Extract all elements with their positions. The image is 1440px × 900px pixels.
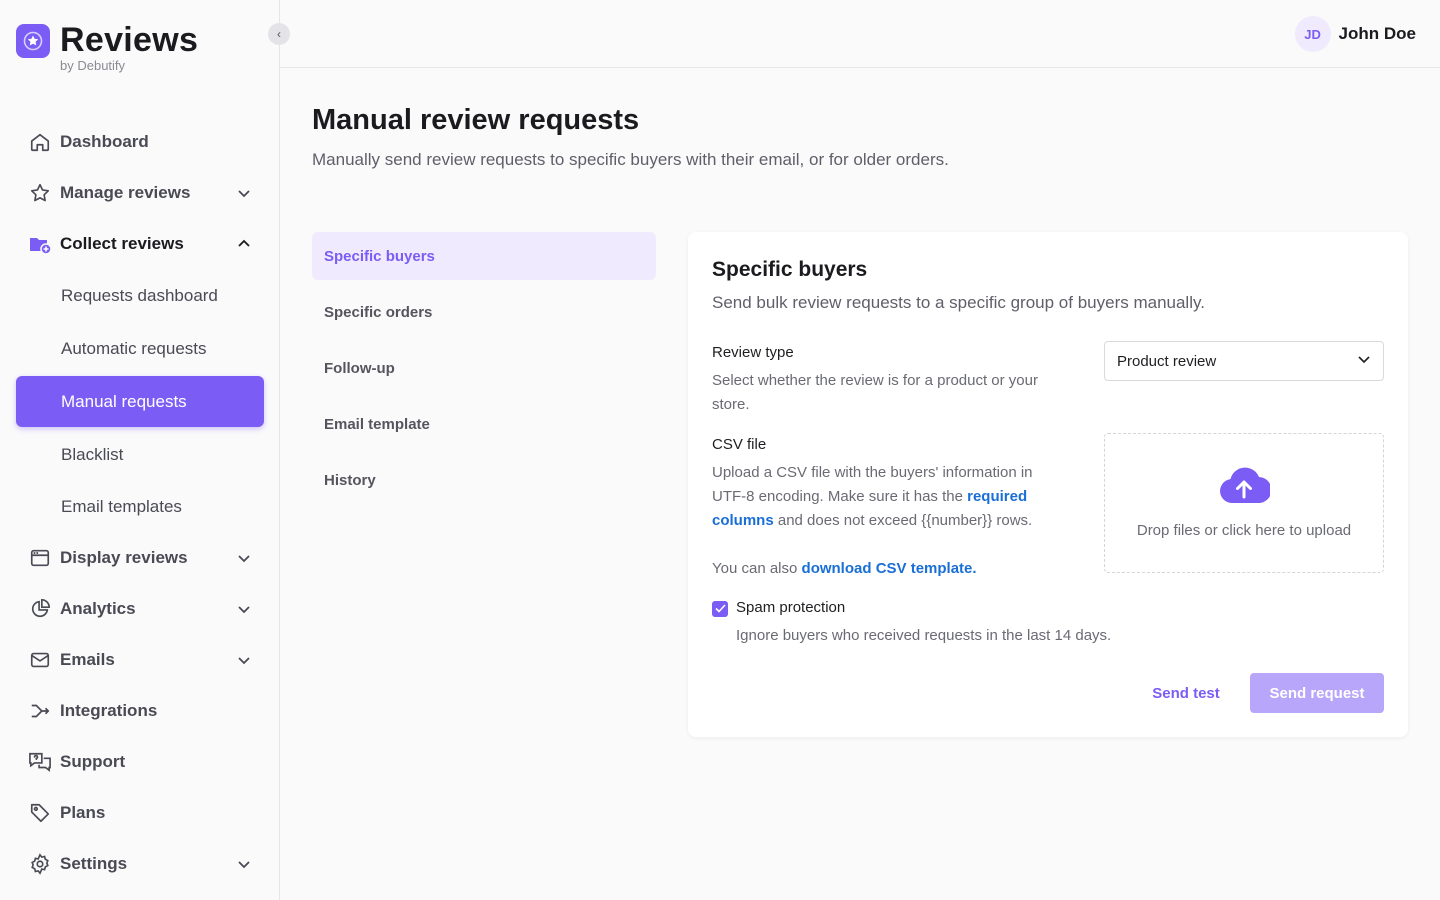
spam-protection-help: Ignore buyers who received requests in t…: [736, 627, 1112, 644]
sidebar-item-label: Plans: [60, 802, 106, 822]
csv-template-help: You can also download CSV template.: [712, 557, 977, 581]
send-test-button[interactable]: Send test: [1136, 673, 1236, 713]
review-type-label: Review type: [712, 344, 794, 361]
user-name: John Doe: [1338, 24, 1416, 43]
download-csv-template-link[interactable]: download CSV template.: [802, 560, 977, 577]
star-icon: [28, 181, 52, 205]
sidebar-item-manage-reviews[interactable]: Manage reviews: [16, 167, 264, 218]
dropzone-text: Drop files or click here to upload: [1136, 522, 1352, 539]
sidebar-item-label: Emails: [60, 649, 115, 669]
sidebar-item-dashboard[interactable]: Dashboard: [16, 116, 264, 167]
tab-specific-orders[interactable]: Specific orders: [312, 288, 656, 336]
specific-buyers-card: Specific buyers Send bulk review request…: [688, 232, 1408, 737]
csv-template-prefix: You can also: [712, 560, 802, 577]
brand[interactable]: Reviews by Debutify: [16, 22, 198, 73]
review-type-select[interactable]: Product review: [1104, 341, 1384, 381]
chevron-down-icon[interactable]: [236, 601, 252, 617]
sidebar: Reviews by Debutify Dashboard Manage rev…: [0, 0, 280, 900]
csv-file-label: CSV file: [712, 436, 767, 453]
checkmark-icon: [714, 600, 726, 618]
gear-icon: [28, 852, 52, 876]
browser-window-icon: [28, 546, 52, 570]
support-chat-icon: [28, 750, 52, 774]
review-type-help: Select whether the review is for a produ…: [712, 372, 1038, 413]
avatar: JD: [1294, 16, 1331, 52]
page-description: Manually send review requests to specifi…: [312, 150, 949, 169]
sidebar-item-label: Display reviews: [60, 547, 188, 567]
csv-dropzone[interactable]: Drop files or click here to upload: [1104, 433, 1384, 573]
csv-file-help: Upload a CSV file with the buyers' infor…: [712, 461, 1064, 533]
topbar: JD John Doe: [280, 0, 1440, 68]
mail-icon: [28, 648, 52, 672]
spam-protection-label: Spam protection: [736, 599, 846, 616]
sidebar-subitem-email-templates[interactable]: Email templates: [16, 481, 264, 532]
chevron-up-icon[interactable]: [236, 236, 252, 252]
chevron-down-icon[interactable]: [236, 550, 252, 566]
pie-chart-icon: [28, 597, 52, 621]
sidebar-item-support[interactable]: Support: [16, 736, 264, 787]
chevron-down-icon[interactable]: [236, 652, 252, 668]
tab-specific-buyers[interactable]: Specific buyers: [312, 232, 656, 280]
card-title: Specific buyers: [712, 258, 868, 281]
sidebar-nav: Dashboard Manage reviews Collect reviews…: [16, 116, 264, 889]
request-type-nav: Specific buyers Specific orders Follow-u…: [312, 232, 656, 512]
sidebar-item-settings[interactable]: Settings: [16, 838, 264, 889]
spam-protection-checkbox[interactable]: [712, 601, 728, 617]
tag-icon: [28, 801, 52, 825]
tab-email-template[interactable]: Email template: [312, 400, 656, 448]
card-description: Send bulk review requests to a specific …: [712, 293, 1205, 312]
sidebar-item-label: Support: [60, 751, 126, 771]
cloud-upload-icon: [1218, 467, 1272, 510]
sidebar-subitem-manual-requests[interactable]: Manual requests: [16, 376, 264, 427]
tab-history[interactable]: History: [312, 456, 656, 504]
integrations-icon: [28, 699, 52, 723]
sidebar-subitem-automatic-requests[interactable]: Automatic requests: [16, 322, 264, 375]
csv-help-text: and does not exceed {{number}} rows.: [773, 512, 1033, 529]
chevron-left-icon: ‹: [277, 27, 281, 41]
sidebar-subitem-requests-dashboard[interactable]: Requests dashboard: [16, 269, 264, 322]
tab-follow-up[interactable]: Follow-up: [312, 344, 656, 392]
sidebar-item-analytics[interactable]: Analytics: [16, 583, 264, 634]
home-icon: [28, 130, 52, 154]
sidebar-item-display-reviews[interactable]: Display reviews: [16, 532, 264, 583]
sidebar-collapse-button[interactable]: ‹: [268, 23, 290, 45]
sidebar-item-label: Analytics: [60, 598, 136, 618]
sidebar-item-label: Dashboard: [60, 131, 149, 151]
sidebar-item-label: Collect reviews: [60, 233, 184, 253]
chevron-down-icon: [1357, 352, 1371, 371]
review-type-value: Product review: [1117, 352, 1217, 370]
page-title: Manual review requests: [312, 104, 640, 136]
sidebar-item-label: Manage reviews: [60, 182, 191, 202]
sidebar-item-emails[interactable]: Emails: [16, 634, 264, 685]
sidebar-item-label: Settings: [60, 853, 128, 873]
brand-name: Reviews: [60, 21, 199, 59]
brand-logo-icon: [16, 24, 50, 58]
brand-subtitle: by Debutify: [60, 58, 126, 73]
sidebar-subitem-blacklist[interactable]: Blacklist: [16, 428, 264, 481]
chevron-down-icon[interactable]: [236, 856, 252, 872]
sidebar-item-plans[interactable]: Plans: [16, 787, 264, 838]
sidebar-item-collect-reviews[interactable]: Collect reviews: [16, 218, 264, 269]
sidebar-item-integrations[interactable]: Integrations: [16, 685, 264, 736]
sidebar-item-label: Integrations: [60, 700, 158, 720]
send-request-button[interactable]: Send request: [1250, 673, 1384, 713]
chevron-down-icon[interactable]: [236, 185, 252, 201]
user-menu[interactable]: JD John Doe: [1294, 16, 1416, 52]
collect-icon: [28, 232, 52, 256]
